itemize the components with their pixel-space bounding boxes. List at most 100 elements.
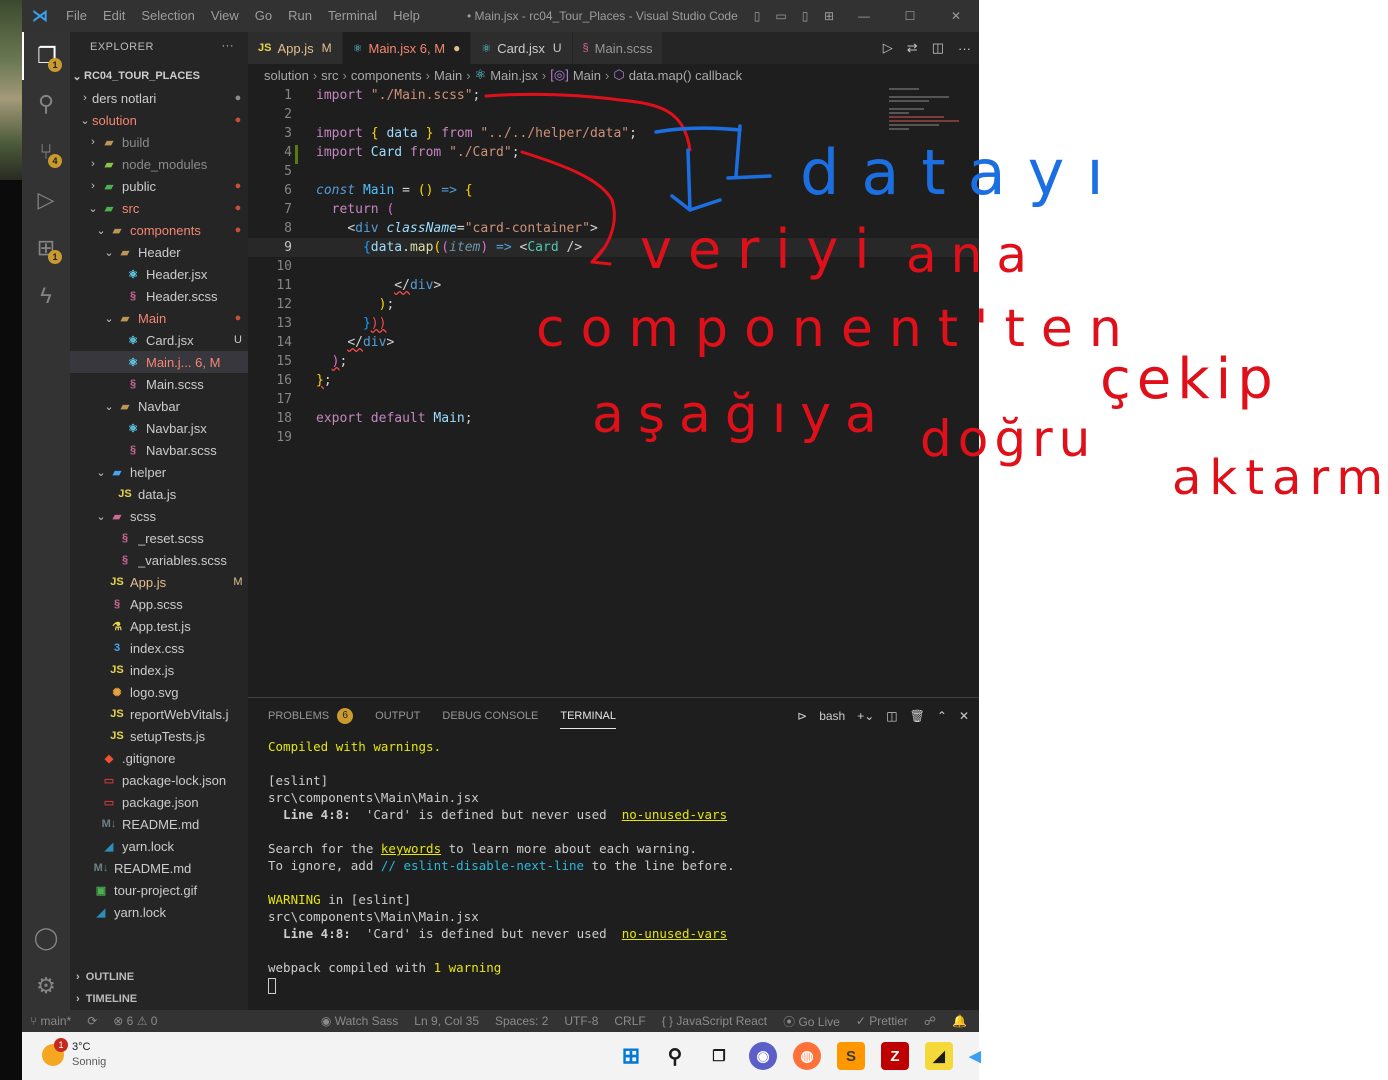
terminal-shell-name[interactable]: bash (819, 709, 845, 723)
source-control-icon[interactable]: ⑂ 4 (22, 128, 70, 176)
breadcrumb-item[interactable]: components (351, 68, 422, 83)
tab-card-jsx[interactable]: ⚛ Card.jsx U (471, 32, 573, 64)
tree-item-file-header-jsx[interactable]: ⚛ Header.jsx (70, 263, 248, 285)
tree-item-file-readme-md-root[interactable]: M↓ README.md (70, 857, 248, 879)
sublime-text-icon[interactable]: S (837, 1042, 865, 1070)
breadcrumb-item[interactable]: solution (264, 68, 309, 83)
taskbar-search-icon[interactable]: ⚲ (661, 1042, 689, 1070)
minimap[interactable] (889, 88, 969, 158)
tree-item-file-main-jsx[interactable]: ⚛ Main.j... 6, M (70, 351, 248, 373)
account-icon[interactable]: ◯ (22, 914, 70, 962)
notifications-bell-icon[interactable]: 🔔 (944, 1014, 975, 1028)
tree-item-file-navbar-jsx[interactable]: ⚛ Navbar.jsx (70, 417, 248, 439)
tab-debug-console[interactable]: DEBUG CONSOLE (442, 698, 538, 734)
breadcrumb-item[interactable]: Main.jsx (490, 68, 538, 83)
weather-widget[interactable]: 1 3°C Sonnig (42, 1038, 106, 1070)
tab-terminal[interactable]: TERMINAL (560, 703, 616, 729)
breadcrumb-item[interactable]: data.map() callback (629, 68, 742, 83)
more-actions-icon[interactable]: ··· (222, 40, 235, 52)
run-icon[interactable]: ▷ (883, 40, 893, 56)
branch-item[interactable]: ⑂ main* (22, 1014, 79, 1028)
timeline-section[interactable]: › TIMELINE (70, 988, 248, 1010)
tree-item-file-variables-scss[interactable]: § _variables.scss (70, 549, 248, 571)
feedback-icon[interactable]: ☍ (916, 1014, 944, 1028)
tree-item-file-app-test-js[interactable]: ⚗ App.test.js (70, 615, 248, 637)
tree-item-file-report-web-vitals-js[interactable]: JS reportWebVitals.js (70, 703, 248, 725)
tab-main-jsx[interactable]: ⚛ Main.jsx 6, M ● (342, 32, 472, 64)
toggle-panel-icon[interactable]: ▭ (769, 9, 793, 23)
tree-item-file-yarn-lock[interactable]: ◢ yarn.lock (70, 835, 248, 857)
cursor-position-item[interactable]: Ln 9, Col 35 (406, 1014, 487, 1028)
tree-item-file-package-json[interactable]: ▭ package.json (70, 791, 248, 813)
thunder-client-icon[interactable]: ϟ (22, 272, 70, 320)
customize-layout-icon[interactable]: ⊞ (817, 9, 841, 23)
windows-start-icon[interactable]: ⊞ (617, 1042, 645, 1070)
filezilla-icon[interactable]: Z (881, 1042, 909, 1070)
tree-item-folder-header[interactable]: ⌄ ▰ Header (70, 241, 248, 263)
unsaved-dot-icon[interactable]: ● (453, 41, 460, 55)
tree-item-file-app-scss[interactable]: § App.scss (70, 593, 248, 615)
split-editor-icon[interactable]: ◫ (932, 40, 944, 56)
tree-item-file-index-js[interactable]: JS index.js (70, 659, 248, 681)
tree-item-file-card-jsx[interactable]: ⚛ Card.jsx U (70, 329, 248, 351)
explorer-icon[interactable]: ❐ 1 (22, 32, 70, 80)
menu-help[interactable]: Help (385, 0, 428, 32)
go-live-item[interactable]: ⦿ Go Live (775, 1013, 848, 1030)
tree-item-folder-main[interactable]: ⌄ ▰ Main ● (70, 307, 248, 329)
close-panel-icon[interactable]: ✕ (959, 709, 969, 723)
encoding-item[interactable]: UTF-8 (556, 1014, 606, 1028)
extensions-icon[interactable]: ⊞ 1 (22, 224, 70, 272)
outline-section[interactable]: › OUTLINE (70, 966, 248, 988)
tree-item-file-main-scss[interactable]: § Main.scss (70, 373, 248, 395)
run-debug-icon[interactable]: ▷ (22, 176, 70, 224)
menu-go[interactable]: Go (247, 0, 280, 32)
tree-item-folder-solution[interactable]: ⌄ solution ● (70, 109, 248, 131)
tree-item-file-readme-md[interactable]: M↓ README.md (70, 813, 248, 835)
vscode-taskbar-icon[interactable]: ◀ (969, 1042, 981, 1070)
tree-item-file-index-css[interactable]: 3 index.css (70, 637, 248, 659)
menu-edit[interactable]: Edit (95, 0, 133, 32)
settings-gear-icon[interactable]: ⚙ (22, 962, 70, 1010)
tree-item-folder-ders-notlari[interactable]: › ders notlari ● (70, 87, 248, 109)
teams-chat-icon[interactable]: ◉ (749, 1042, 777, 1070)
maximize-button[interactable]: ☐ (887, 9, 933, 23)
menu-view[interactable]: View (203, 0, 247, 32)
indentation-item[interactable]: Spaces: 2 (487, 1014, 556, 1028)
close-window-button[interactable]: ✕ (933, 9, 979, 23)
watch-sass-item[interactable]: ◉ Watch Sass (313, 1014, 406, 1028)
tree-item-file-gitignore[interactable]: ◆ .gitignore (70, 747, 248, 769)
language-mode-item[interactable]: { } JavaScript React (654, 1014, 775, 1028)
tree-item-folder-build[interactable]: › ▰ build (70, 131, 248, 153)
tree-item-file-tour-project-gif[interactable]: ▣ tour-project.gif (70, 879, 248, 901)
more-actions-icon[interactable]: ··· (958, 41, 971, 56)
rule-link[interactable]: no-unused-vars (622, 807, 727, 822)
tree-item-file-header-scss[interactable]: § Header.scss (70, 285, 248, 307)
compare-icon[interactable]: ⇄ (907, 40, 918, 56)
workspace-root[interactable]: ⌄ RC04_TOUR_PLACES (70, 65, 248, 87)
tree-item-file-reset-scss[interactable]: § _reset.scss (70, 527, 248, 549)
tree-item-folder-navbar[interactable]: ⌄ ▰ Navbar (70, 395, 248, 417)
tree-item-folder-public[interactable]: › ▰ public ● (70, 175, 248, 197)
tree-item-file-app-js[interactable]: JS App.js M (70, 571, 248, 593)
new-terminal-icon[interactable]: +⌄ (857, 709, 874, 723)
tab-problems[interactable]: PROBLEMS 6 (268, 698, 354, 734)
menu-terminal[interactable]: Terminal (320, 0, 385, 32)
breadcrumb-item[interactable]: Main (573, 68, 601, 83)
menu-selection[interactable]: Selection (133, 0, 202, 32)
maximize-panel-icon[interactable]: ⌃ (937, 709, 947, 723)
tab-output[interactable]: OUTPUT (375, 698, 420, 734)
tab-app-js[interactable]: JS App.js M (248, 32, 343, 64)
tree-item-file-data-js[interactable]: JS data.js (70, 483, 248, 505)
tree-item-file-logo-svg[interactable]: ✺ logo.svg (70, 681, 248, 703)
sync-icon[interactable]: ⟳ (79, 1014, 105, 1028)
menu-run[interactable]: Run (280, 0, 320, 32)
tab-main-scss[interactable]: § Main.scss (572, 32, 664, 64)
tree-item-folder-components[interactable]: ⌄ ▰ components ● (70, 219, 248, 241)
tree-item-folder-node-modules[interactable]: › ▰ node_modules (70, 153, 248, 175)
rule-link[interactable]: no-unused-vars (622, 926, 727, 941)
breadcrumb-item[interactable]: Main (434, 68, 462, 83)
problems-item[interactable]: ⊗ 6 ⚠ 0 (105, 1014, 165, 1028)
tree-item-folder-scss[interactable]: ⌄ ▰ scss (70, 505, 248, 527)
firefox-icon[interactable]: ◍ (793, 1042, 821, 1070)
tree-item-folder-helper[interactable]: ⌄ ▰ helper (70, 461, 248, 483)
